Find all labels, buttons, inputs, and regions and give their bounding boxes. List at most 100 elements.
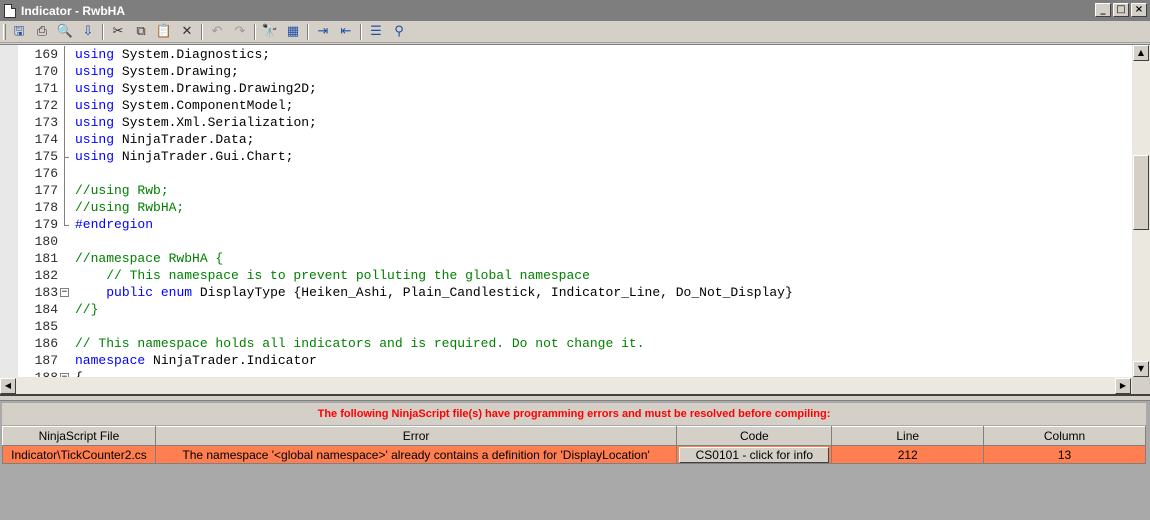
code-line[interactable]: 175 using NinjaTrader.Gui.Chart; (18, 148, 1132, 165)
code-line[interactable]: 173 using System.Xml.Serialization; (18, 114, 1132, 131)
code-text: using System.Xml.Serialization; (75, 115, 317, 130)
code-text: public enum DisplayType {Heiken_Ashi, Pl… (106, 285, 793, 300)
horizontal-scrollbar[interactable]: ◀ ▶ (0, 377, 1132, 395)
editor-window: Indicator - RwbHA _ □ × 🖫 ⎙ 🔍 ⇩ ✂ ⧉ 📋 ✕ ↶ ↷ 🔭 ▦ ⇥ ⇤ ☰ ⚲… (0, 0, 1150, 520)
fold-toggle-icon[interactable]: − (60, 288, 69, 297)
code-line[interactable]: 187 namespace NinjaTrader.Indicator (18, 352, 1132, 369)
code-text: using System.Diagnostics; (75, 47, 271, 62)
scroll-right-icon[interactable]: ▶ (1115, 378, 1131, 394)
code-editor[interactable]: 169 using System.Diagnostics; 170 using Sys… (0, 44, 1150, 395)
scroll-up-icon[interactable]: ▲ (1133, 45, 1149, 61)
error-table: NinjaScript File Error Code Line Column … (2, 426, 1146, 464)
line-number: 182 (34, 268, 58, 283)
error-code-info-button[interactable]: CS0101 - click for info (679, 446, 830, 463)
code-text: using NinjaTrader.Data; (75, 132, 255, 147)
scroll-down-icon[interactable]: ▼ (1133, 361, 1149, 377)
code-line[interactable]: 188 { (18, 369, 1132, 377)
toolbar-grip[interactable] (3, 23, 6, 40)
code-line[interactable]: 181 //namespace RwbHA { (18, 250, 1132, 267)
comment-icon[interactable]: ☰ (367, 23, 385, 41)
column-header-file[interactable]: NinjaScript File (2, 426, 156, 446)
copy-icon[interactable]: ⧉ (132, 23, 150, 41)
maximize-button[interactable]: □ (1113, 3, 1129, 17)
code-text: //using Rwb; (75, 183, 169, 198)
outdent-icon[interactable]: ⇤ (337, 23, 355, 41)
column-header-code[interactable]: Code (676, 426, 833, 446)
delete-icon[interactable]: ✕ (178, 23, 196, 41)
code-text: using System.Drawing.Drawing2D; (75, 81, 317, 96)
error-column-cell[interactable]: 13 (983, 445, 1146, 464)
error-panel-header: The following NinjaScript file(s) have p… (2, 403, 1146, 425)
error-message-cell[interactable]: The namespace '<global namespace>' alrea… (154, 445, 678, 464)
scroll-left-icon[interactable]: ◀ (0, 378, 16, 394)
code-line[interactable]: 174 using NinjaTrader.Data; (18, 131, 1132, 148)
code-text: //namespace RwbHA { (75, 251, 224, 266)
line-number: 184 (34, 302, 58, 317)
undo-icon[interactable]: ↶ (208, 23, 226, 41)
code-line[interactable]: 178 //using RwbHA; (18, 199, 1132, 216)
column-header-column[interactable]: Column (983, 426, 1146, 446)
error-line-cell[interactable]: 212 (831, 445, 985, 464)
code-line[interactable]: 182 // This namespace is to prevent poll… (18, 267, 1132, 284)
column-header-line[interactable]: Line (831, 426, 985, 446)
find-icon[interactable]: 🔭 (261, 23, 279, 41)
line-number: 175 (34, 149, 58, 164)
toolbar-separator (254, 23, 256, 40)
line-number: 181 (34, 251, 58, 266)
column-header-error[interactable]: Error (154, 426, 678, 446)
line-number: 185 (34, 319, 58, 334)
paste-icon[interactable]: 📋 (155, 23, 173, 41)
line-number: 177 (34, 183, 58, 198)
code-line[interactable]: 169 using System.Diagnostics; (18, 46, 1132, 63)
line-number: 169 (34, 47, 58, 62)
save-as-icon[interactable]: ⇩ (79, 23, 97, 41)
print-preview-icon[interactable]: 🔍 (56, 23, 74, 41)
error-row[interactable]: Indicator\TickCounter2.cs The namespace … (2, 445, 1146, 464)
line-number: 171 (34, 81, 58, 96)
code-line[interactable]: 184 //} (18, 301, 1132, 318)
code-line[interactable]: 172 using System.ComponentModel; (18, 97, 1132, 114)
editor-margin (0, 45, 18, 377)
toolbar-separator (307, 23, 309, 40)
cut-icon[interactable]: ✂ (109, 23, 127, 41)
code-line[interactable]: 180 (18, 233, 1132, 250)
vertical-scroll-thumb[interactable] (1133, 155, 1149, 230)
code-line[interactable]: 186 // This namespace holds all indicator… (18, 335, 1132, 352)
vertical-scrollbar[interactable]: ▲ ▼ (1132, 45, 1150, 377)
code-line[interactable]: 170 using System.Drawing; (18, 63, 1132, 80)
line-number: 170 (34, 64, 58, 79)
line-number: 178 (34, 200, 58, 215)
uncomment-icon[interactable]: ⚲ (390, 23, 408, 41)
save-icon[interactable]: 🖫 (10, 23, 28, 41)
title-bar[interactable]: Indicator - RwbHA _ □ × (0, 0, 1150, 21)
code-line[interactable]: 177 //using Rwb; (18, 182, 1132, 199)
toolbar-separator (102, 23, 104, 40)
window-title: Indicator - RwbHA (21, 3, 125, 18)
code-text: #endregion (75, 217, 154, 232)
error-panel: The following NinjaScript file(s) have p… (0, 400, 1150, 520)
find-replace-icon[interactable]: ▦ (284, 23, 302, 41)
code-line[interactable]: 171 using System.Drawing.Drawing2D; (18, 80, 1132, 97)
code-text: { (75, 369, 83, 377)
code-text: using System.Drawing; (75, 64, 239, 79)
code-line[interactable]: 176 (18, 165, 1132, 182)
close-button[interactable]: × (1131, 3, 1147, 17)
line-number: 186 (34, 336, 58, 351)
indent-icon[interactable]: ⇥ (314, 23, 332, 41)
code-line[interactable]: 183 public enum DisplayType {Heiken_Ashi… (18, 284, 1132, 301)
code-area[interactable]: 169 using System.Diagnostics; 170 using Sys… (18, 45, 1132, 377)
toolbar-separator (360, 23, 362, 40)
minimize-button[interactable]: _ (1095, 3, 1111, 17)
error-code-cell: CS0101 - click for info (676, 445, 833, 464)
error-file-cell[interactable]: Indicator\TickCounter2.cs (2, 445, 156, 464)
print-icon[interactable]: ⎙ (33, 23, 51, 41)
redo-icon[interactable]: ↷ (231, 23, 249, 41)
code-line[interactable]: 185 (18, 318, 1132, 335)
fold-end-marker (64, 225, 69, 226)
toolbar: 🖫 ⎙ 🔍 ⇩ ✂ ⧉ 📋 ✕ ↶ ↷ 🔭 ▦ ⇥ ⇤ ☰ ⚲ (0, 21, 1150, 43)
code-text: using System.ComponentModel; (75, 98, 294, 113)
line-number: 174 (34, 132, 58, 147)
code-text: namespace NinjaTrader.Indicator (75, 353, 317, 368)
code-text: // This namespace holds all indicators a… (75, 336, 645, 351)
code-line[interactable]: 179 #endregion (18, 216, 1132, 233)
